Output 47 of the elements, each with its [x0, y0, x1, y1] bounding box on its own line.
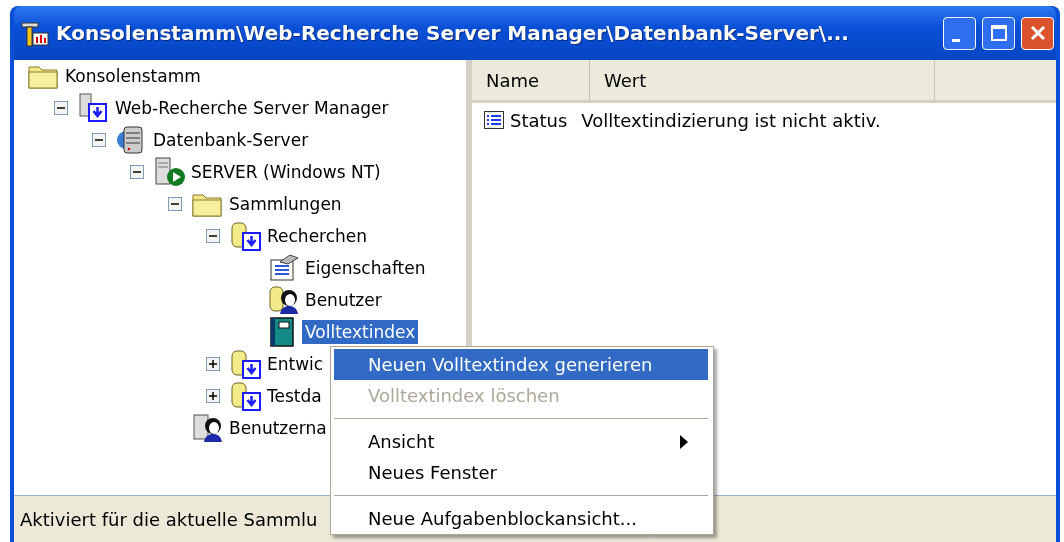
- column-header[interactable]: Name: [472, 60, 590, 100]
- collapse-icon[interactable]: [92, 133, 106, 147]
- collapse-icon[interactable]: [130, 165, 144, 179]
- server-download-icon: [78, 93, 108, 123]
- server-icon: [116, 125, 146, 155]
- table-cell: Volltextindizierung ist nicht aktiv.: [581, 109, 881, 131]
- collapse-icon[interactable]: [168, 197, 182, 211]
- collapse-icon[interactable]: [54, 101, 68, 115]
- database-download-icon: [230, 221, 262, 251]
- user-database-icon: [268, 285, 300, 315]
- tree-item[interactable]: SERVER (Windows NT): [188, 160, 384, 184]
- server-play-icon: [154, 157, 186, 187]
- expand-icon[interactable]: [206, 357, 220, 371]
- tree-item[interactable]: Sammlungen: [226, 192, 345, 216]
- collapse-icon[interactable]: [206, 229, 220, 243]
- tree-item[interactable]: Web-Recherche Server Manager: [112, 96, 392, 120]
- menu-item[interactable]: Neues Fenster: [334, 457, 708, 488]
- list-icon: [484, 111, 504, 129]
- minimize-icon: [951, 38, 960, 42]
- close-button[interactable]: [1021, 16, 1054, 50]
- maximize-icon: [988, 23, 1009, 43]
- database-download-icon: [230, 349, 262, 379]
- user-server-icon: [192, 413, 224, 443]
- folder-icon: [28, 63, 58, 89]
- status-text: Aktiviert für die aktuelle Sammlu: [20, 508, 318, 530]
- tree-item[interactable]: Eigenschaften: [302, 256, 429, 280]
- tree-item[interactable]: Datenbank-Server: [150, 128, 312, 152]
- tree-item[interactable]: Konsolenstamm: [62, 64, 204, 88]
- tree-item[interactable]: Recherchen: [264, 224, 371, 248]
- tree-item[interactable]: Benutzer: [302, 288, 385, 312]
- maximize-button[interactable]: [982, 16, 1015, 50]
- tree-item[interactable]: Entwic: [264, 352, 327, 376]
- menu-item[interactable]: Neuen Volltextindex generieren: [334, 349, 708, 380]
- minimize-button[interactable]: [943, 16, 976, 50]
- column-header[interactable]: Wert: [590, 60, 935, 100]
- database-download-icon: [230, 381, 262, 411]
- window-title: Konsolenstamm\Web-Recherche Server Manager\Datenbank-Server\...: [56, 21, 850, 45]
- tree-item[interactable]: Benutzerna: [226, 416, 330, 440]
- menu-item[interactable]: Neue Aufgabenblockansicht...: [334, 503, 708, 534]
- menu-item[interactable]: Ansicht: [334, 426, 708, 457]
- folder-icon: [192, 191, 222, 217]
- expand-icon[interactable]: [206, 389, 220, 403]
- tree-item[interactable]: Testda: [264, 384, 325, 408]
- tree-item[interactable]: Volltextindex: [302, 320, 419, 344]
- properties-icon: [268, 254, 300, 282]
- table-cell: Status: [510, 109, 568, 131]
- book-icon: [268, 317, 296, 347]
